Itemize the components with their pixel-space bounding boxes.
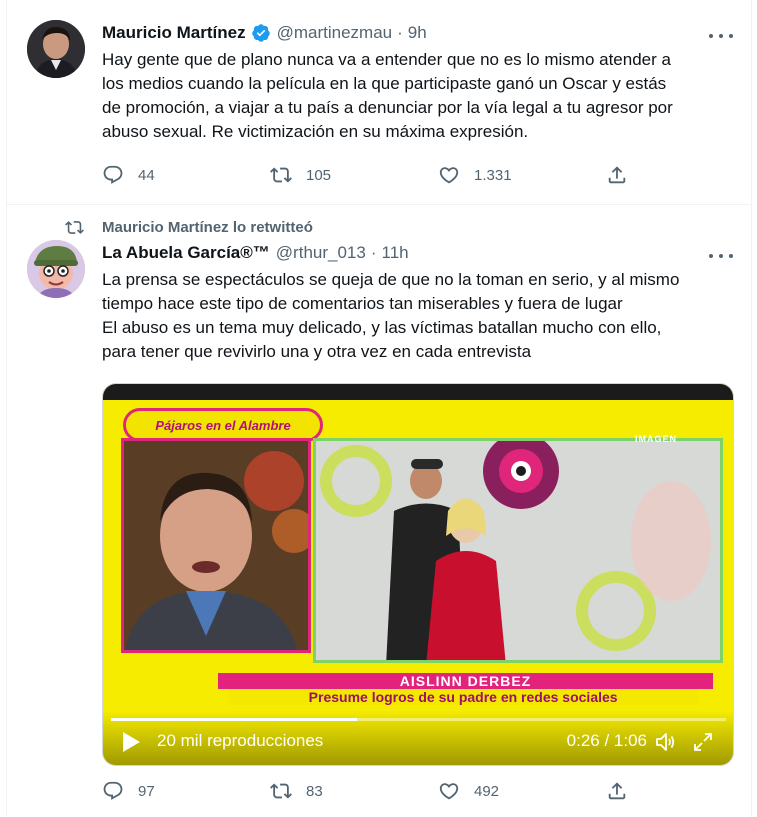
retweet-count: 83	[306, 782, 323, 800]
like-button[interactable]: 1.331	[438, 164, 606, 186]
more-icon[interactable]	[709, 247, 733, 265]
video-controls: 20 mil reproducciones 0:26 / 1:06	[103, 710, 733, 765]
tweet-actions: 44 105 1.331	[102, 164, 642, 186]
timestamp[interactable]: 11h	[382, 243, 409, 263]
like-button[interactable]: 492	[438, 780, 606, 802]
reply-icon	[103, 781, 123, 800]
fullscreen-icon[interactable]	[691, 730, 715, 754]
share-icon	[608, 782, 626, 800]
separator: ·	[397, 23, 403, 42]
retweet-notice-text: Mauricio Martínez lo retwitteó	[102, 219, 313, 236]
avatar[interactable]	[27, 240, 85, 298]
video-progress-fill	[111, 718, 357, 721]
retweet-icon	[270, 783, 292, 799]
author-name[interactable]: La Abuela García®™	[102, 243, 270, 263]
tweet-actions: 97 83 492	[102, 780, 642, 802]
video-duration: 0:26 / 1:06	[566, 731, 647, 750]
retweet-button[interactable]: 83	[270, 780, 438, 802]
video-guest-panel	[313, 438, 723, 663]
like-icon	[439, 167, 459, 184]
tweet-text-line: tiempo hace este tipo de comentarios tan…	[102, 294, 623, 313]
avatar-image	[27, 20, 85, 78]
reply-count: 44	[138, 166, 155, 184]
lower-third-caption: Presume logros de su padre en redes soci…	[228, 689, 699, 705]
tweet-text: Hay gente que de plano nunca va a entend…	[102, 48, 742, 144]
video-player[interactable]: Pájaros en el Alambre IMAGEN AISLINN DER…	[102, 383, 734, 766]
retweet-button[interactable]: 105	[270, 164, 438, 186]
video-progress-bar[interactable]	[111, 718, 726, 721]
tweet-header: Mauricio Martínez @martinezmau · 9h	[102, 23, 427, 43]
author-name[interactable]: Mauricio Martínez	[102, 23, 246, 43]
guest-image	[316, 441, 720, 660]
reply-count: 97	[138, 782, 155, 800]
host-image	[124, 441, 308, 650]
tweet-text-line: los medios cuando la película en la que …	[102, 74, 667, 93]
video-host-panel	[121, 438, 311, 653]
like-count: 1.331	[474, 166, 512, 184]
tweet-text-line: abuso sexual. Re victimización en su máx…	[102, 122, 529, 141]
tweet-retweeted[interactable]: Mauricio Martínez lo retwitteó La Abuela…	[6, 205, 752, 817]
tweet-text: La prensa se espectáculos se queja de qu…	[102, 268, 742, 364]
retweet-notice[interactable]: Mauricio Martínez lo retwitteó	[65, 218, 313, 237]
avatar-image	[27, 240, 85, 298]
video-topbar	[103, 384, 733, 400]
avatar[interactable]	[27, 20, 85, 78]
volume-icon[interactable]	[653, 730, 677, 754]
more-icon[interactable]	[709, 27, 733, 45]
share-icon	[608, 166, 626, 184]
like-icon	[439, 783, 459, 800]
retweet-count: 105	[306, 166, 332, 184]
author-handle[interactable]: @martinezmau	[277, 23, 393, 43]
tweet-text-line: de promoción, a viajar a tu país a denun…	[102, 98, 673, 117]
tweet-text-line: Hay gente que de plano nunca va a entend…	[102, 50, 671, 69]
reply-button[interactable]: 97	[102, 780, 270, 802]
reply-button[interactable]: 44	[102, 164, 270, 186]
author-handle[interactable]: @rthur_013	[276, 243, 366, 263]
tweet-header: La Abuela García®™ @rthur_013 · 11h	[102, 243, 409, 263]
separator: ·	[370, 243, 377, 262]
tweet-original[interactable]: Mauricio Martínez @martinezmau · 9h Hay …	[6, 0, 752, 205]
tweet-text-line: El abuso es un tema muy delicado, y las …	[102, 318, 662, 337]
play-icon[interactable]	[121, 731, 141, 753]
share-button[interactable]	[606, 780, 642, 802]
lower-third-name: AISLINN DERBEZ	[218, 673, 713, 689]
video-views: 20 mil reproducciones	[157, 731, 324, 750]
channel-logo: IMAGEN	[635, 434, 677, 444]
tweet-text-line: para tener que revivirlo una y otra vez …	[102, 342, 532, 361]
like-count: 492	[474, 782, 500, 800]
reply-icon	[103, 165, 123, 184]
tweet-text-line: La prensa se espectáculos se queja de qu…	[102, 270, 680, 289]
show-title: Pájaros en el Alambre	[123, 408, 323, 442]
share-button[interactable]	[606, 164, 642, 186]
retweet-icon	[65, 221, 84, 234]
lower-third: AISLINN DERBEZ Presume logros de su padr…	[218, 673, 713, 705]
verified-badge-icon	[251, 23, 271, 43]
timestamp[interactable]: 9h	[408, 23, 427, 43]
retweet-icon	[270, 167, 292, 183]
